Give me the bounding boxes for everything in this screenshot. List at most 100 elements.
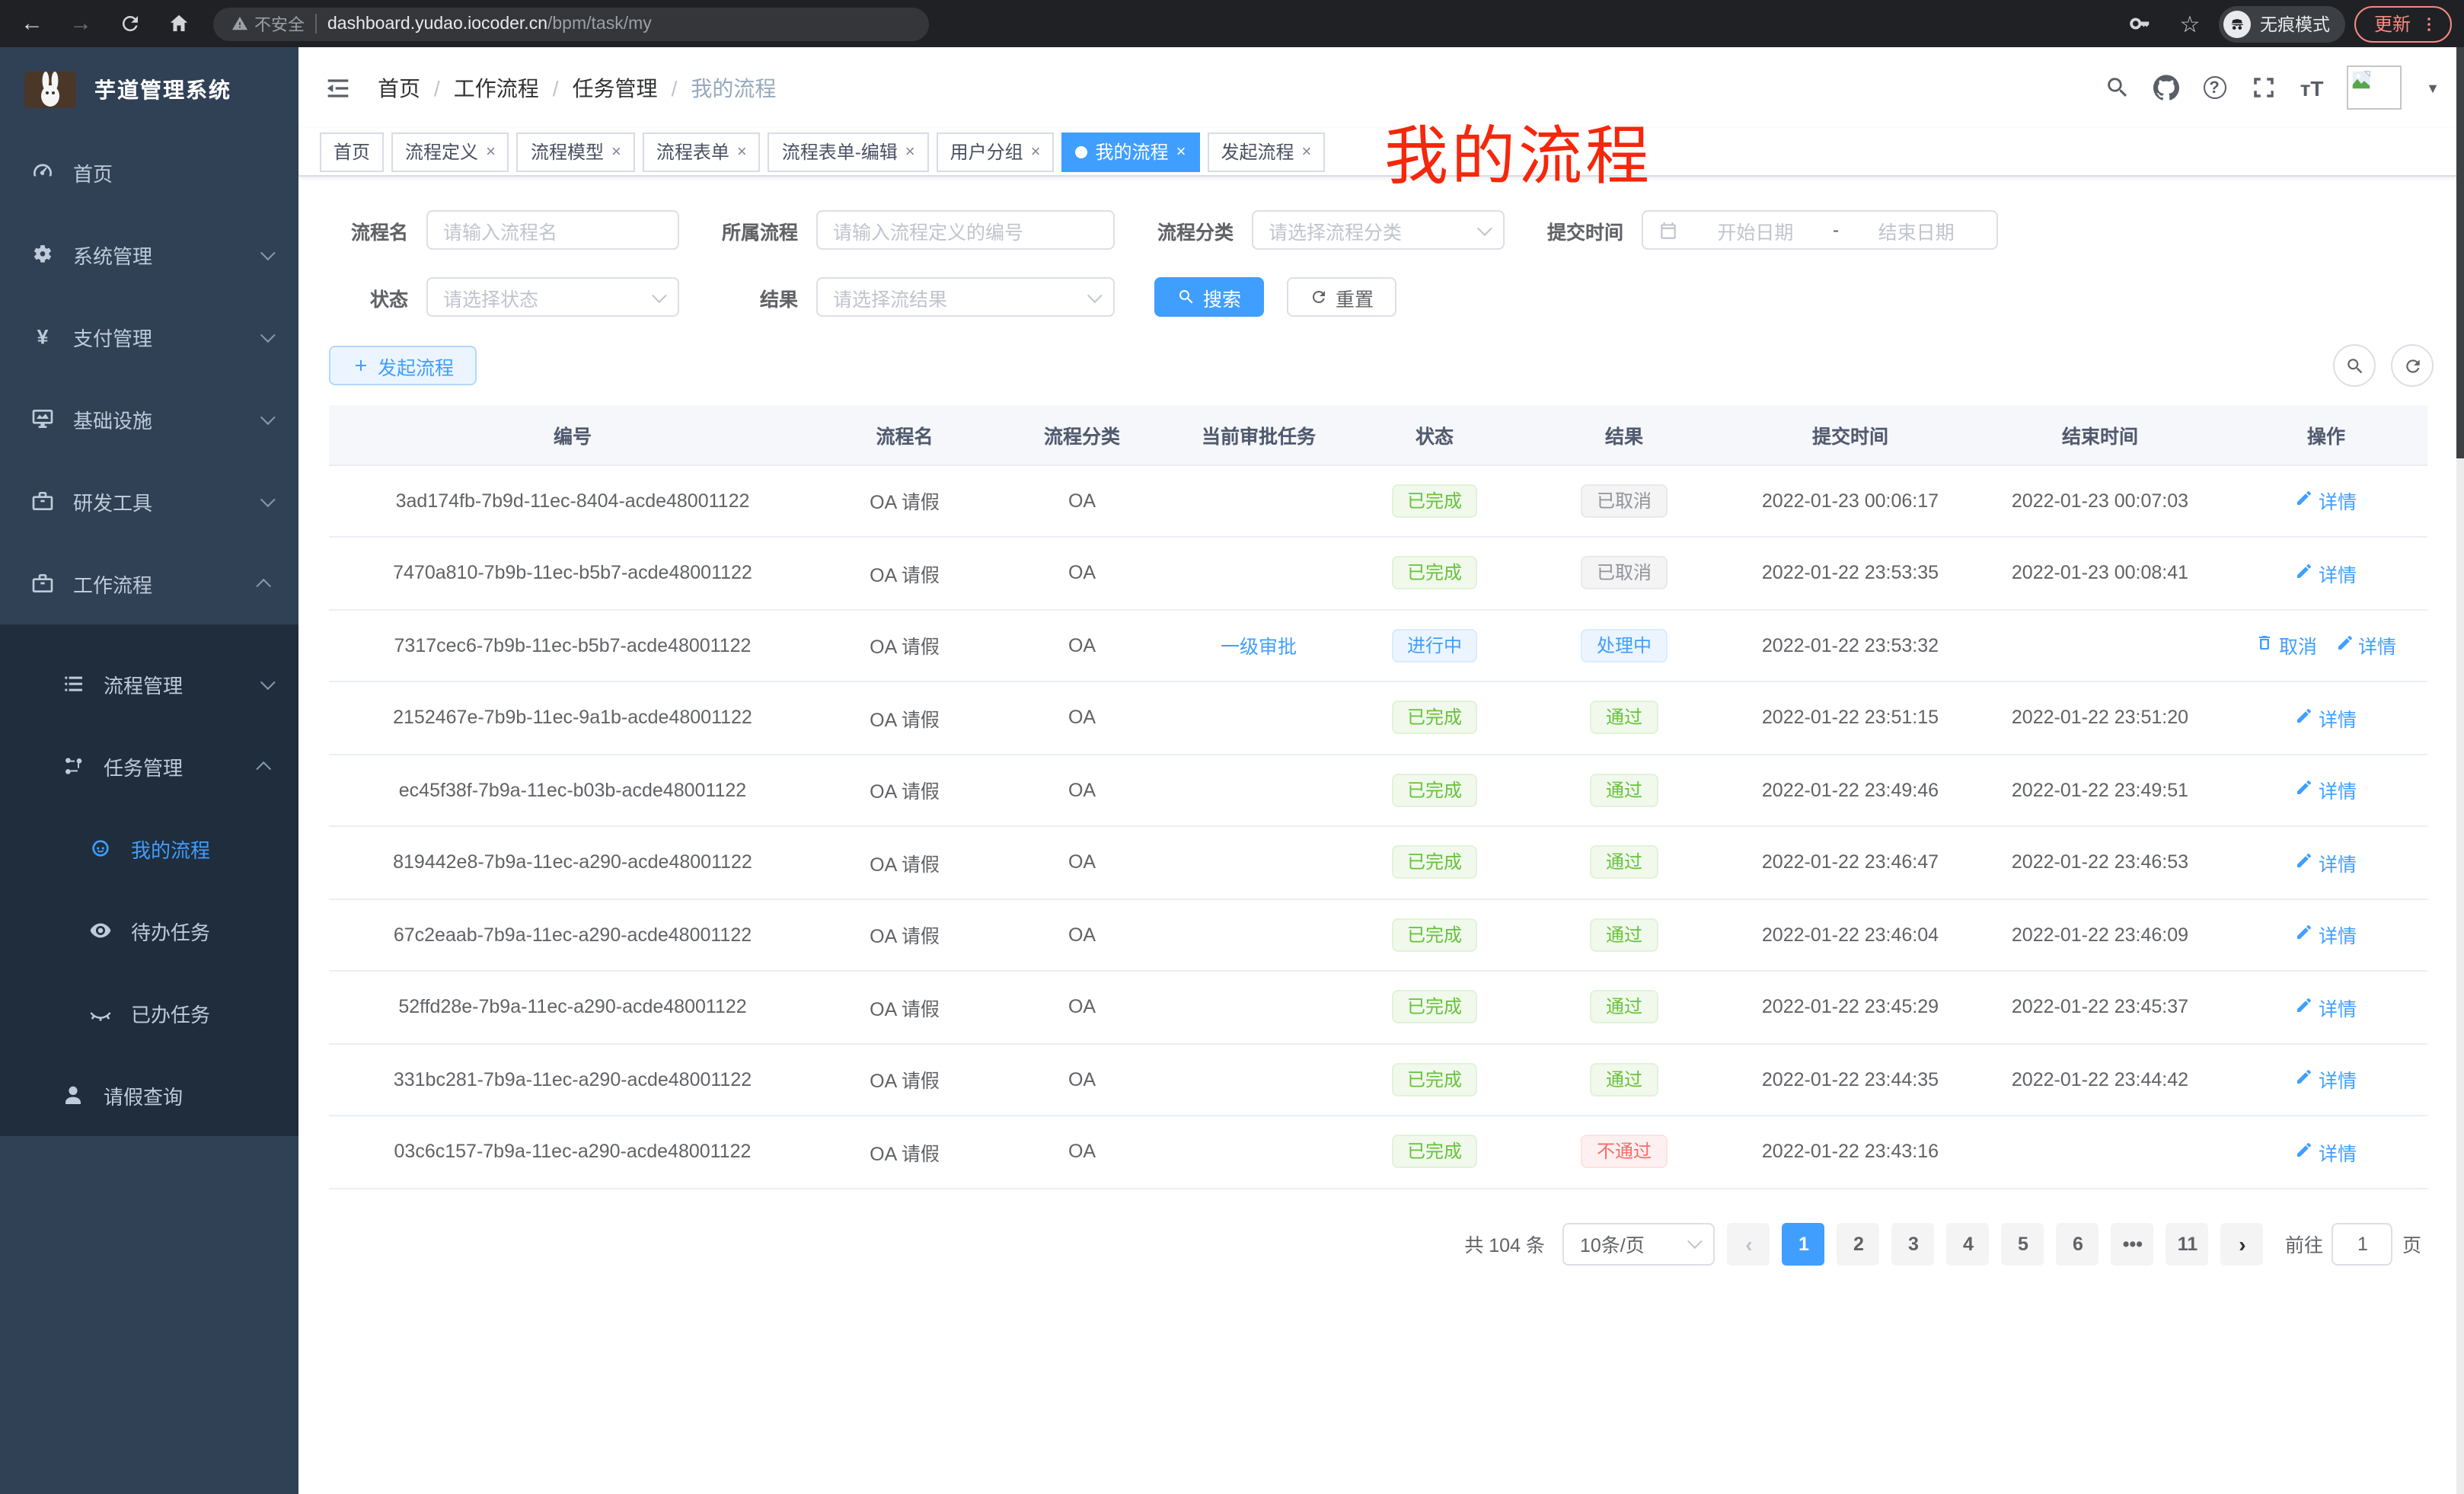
fullscreen-icon[interactable] [2249, 74, 2277, 101]
detail-action-link[interactable]: 详情 [2296, 993, 2357, 1022]
detail-action-link[interactable]: 详情 [2296, 921, 2357, 950]
sidebar-item-首页[interactable]: 首页 [0, 131, 298, 213]
detail-action-link[interactable]: 详情 [2335, 631, 2396, 660]
sidebar-item-流程管理[interactable]: 流程管理 [0, 624, 298, 725]
search-button[interactable]: 搜索 [1154, 277, 1264, 317]
submit-time-range-picker[interactable]: 开始日期 - 结束日期 [1642, 210, 1998, 250]
page-button-5[interactable]: 5 [2002, 1222, 2044, 1265]
close-tab-icon[interactable]: × [737, 142, 747, 161]
page-button-6[interactable]: 6 [2057, 1222, 2099, 1265]
sidebar-item-基础设施[interactable]: 基础设施 [0, 378, 298, 460]
process-name-input[interactable]: 请输入流程名 [426, 210, 679, 250]
sidebar-item-任务管理[interactable]: 任务管理 [0, 725, 298, 807]
start-date-placeholder[interactable]: 开始日期 [1690, 215, 1821, 244]
detail-action-link[interactable]: 详情 [2296, 1138, 2357, 1167]
breadcrumb-item[interactable]: 工作流程 [454, 72, 539, 103]
page-button-1[interactable]: 1 [1783, 1222, 1825, 1265]
tab-流程表单-编辑[interactable]: 流程表单-编辑× [768, 132, 929, 171]
collapse-sidebar-icon[interactable] [323, 72, 353, 103]
sidebar-item-待办任务[interactable]: 待办任务 [0, 889, 298, 972]
cell-process-id: 331bc281-7b9a-11ec-a290-acde48001122 [329, 1043, 816, 1116]
sidebar-item-工作流程[interactable]: 工作流程 [0, 542, 298, 624]
scrollbar-track[interactable] [2456, 47, 2464, 1494]
more-pages-button[interactable]: ••• [2111, 1222, 2154, 1265]
breadcrumb-item[interactable]: 首页 [378, 72, 420, 103]
close-tab-icon[interactable]: × [486, 142, 496, 161]
detail-action-link[interactable]: 详情 [2296, 487, 2357, 516]
next-page-button[interactable]: › [2221, 1222, 2264, 1265]
forward-icon[interactable]: → [61, 4, 101, 43]
tab-首页[interactable]: 首页 [320, 132, 384, 171]
result-select[interactable]: 请选择流结果 [816, 277, 1115, 317]
security-warning-icon[interactable]: 不安全 [231, 11, 305, 36]
update-button[interactable]: 更新 [2354, 5, 2452, 42]
detail-action-link[interactable]: 详情 [2296, 848, 2357, 877]
breadcrumb-item[interactable]: 任务管理 [573, 72, 658, 103]
home-icon[interactable] [158, 4, 198, 43]
action-label: 详情 [2319, 921, 2357, 950]
avatar[interactable] [2347, 65, 2402, 110]
close-tab-icon[interactable]: × [1031, 142, 1041, 161]
cell-status: 已完成 [1346, 1043, 1523, 1116]
sidebar-item-已办任务[interactable]: 已办任务 [0, 972, 298, 1054]
detail-action-link[interactable]: 详情 [2296, 776, 2357, 805]
sidebar-item-支付管理[interactable]: ¥支付管理 [0, 295, 298, 378]
category-select[interactable]: 请选择流程分类 [1252, 210, 1505, 250]
github-icon[interactable] [2152, 74, 2179, 101]
sidebar-item-我的流程[interactable]: 我的流程 [0, 807, 298, 889]
create-process-button[interactable]: 发起流程 [329, 346, 477, 385]
back-icon[interactable]: ← [12, 4, 52, 43]
end-date-placeholder[interactable]: 结束日期 [1851, 215, 1981, 244]
reload-icon[interactable] [110, 4, 149, 43]
tab-发起流程[interactable]: 发起流程× [1207, 132, 1325, 171]
pencil-icon [2296, 1068, 2314, 1091]
page-button-2[interactable]: 2 [1837, 1222, 1880, 1265]
avatar-dropdown-icon[interactable]: ▼ [2426, 80, 2440, 95]
table-tools [2333, 344, 2434, 387]
goto-page-input[interactable]: 1 [2332, 1222, 2393, 1265]
page-button-11[interactable]: 11 [2166, 1222, 2209, 1265]
bookmark-star-icon[interactable]: ☆ [2170, 4, 2210, 43]
sidebar-item-研发工具[interactable]: 研发工具 [0, 460, 298, 542]
detail-action-link[interactable]: 详情 [2296, 559, 2357, 588]
address-bar[interactable]: 不安全 dashboard.yudao.iocoder.cn/bpm/task/… [213, 7, 929, 40]
close-tab-icon[interactable]: × [1176, 142, 1186, 161]
process-definition-input[interactable]: 请输入流程定义的编号 [816, 210, 1115, 250]
browser-menu-icon[interactable] [2420, 14, 2438, 33]
prev-page-button[interactable]: ‹ [1728, 1222, 1770, 1265]
cell-process-id: ec45f38f-7b9a-11ec-b03b-acde48001122 [329, 754, 816, 826]
hide-search-icon[interactable] [2333, 344, 2376, 387]
current-task-link[interactable]: 一级审批 [1221, 637, 1297, 659]
sidebar-item-系统管理[interactable]: 系统管理 [0, 213, 298, 295]
key-icon[interactable] [2121, 4, 2161, 43]
sidebar-menu: 首页系统管理¥支付管理基础设施研发工具工作流程流程管理任务管理我的流程待办任务已… [0, 131, 298, 1136]
detail-action-link[interactable]: 详情 [2296, 1065, 2357, 1094]
refresh-table-icon[interactable] [2391, 344, 2434, 387]
page-button-4[interactable]: 4 [1947, 1222, 1990, 1265]
status-select[interactable]: 请选择状态 [426, 277, 679, 317]
font-size-icon[interactable]: тT [2298, 74, 2325, 101]
detail-action-link[interactable]: 详情 [2296, 704, 2357, 733]
cell-process-id: 2152467e-7b9b-11ec-9a1b-acde48001122 [329, 682, 816, 754]
sidebar-item-请假查询[interactable]: 请假查询 [0, 1054, 298, 1136]
close-tab-icon[interactable]: × [905, 142, 915, 161]
tab-label: 流程表单 [656, 139, 729, 164]
status-badge: 已完成 [1392, 918, 1477, 952]
close-tab-icon[interactable]: × [1301, 142, 1311, 161]
tab-我的流程[interactable]: 我的流程× [1062, 132, 1200, 171]
chevron-down-icon [1477, 220, 1492, 235]
tab-流程表单[interactable]: 流程表单 × [643, 132, 761, 171]
search-icon[interactable] [2103, 74, 2130, 101]
scrollbar-thumb[interactable] [2456, 47, 2464, 458]
app-logo[interactable]: 芋道管理系统 [0, 47, 298, 131]
tab-流程模型[interactable]: 流程模型× [517, 132, 635, 171]
cell-current-task [1171, 537, 1346, 609]
cancel-action-link[interactable]: 取消 [2256, 631, 2317, 660]
page-button-3[interactable]: 3 [1892, 1222, 1935, 1265]
tab-流程定义[interactable]: 流程定义× [391, 132, 509, 171]
tab-用户分组[interactable]: 用户分组× [937, 132, 1055, 171]
close-tab-icon[interactable]: × [611, 142, 621, 161]
reset-button[interactable]: 重置 [1287, 277, 1396, 317]
help-icon[interactable]: ? [2201, 74, 2228, 101]
page-size-select[interactable]: 10条/页 [1563, 1222, 1716, 1265]
